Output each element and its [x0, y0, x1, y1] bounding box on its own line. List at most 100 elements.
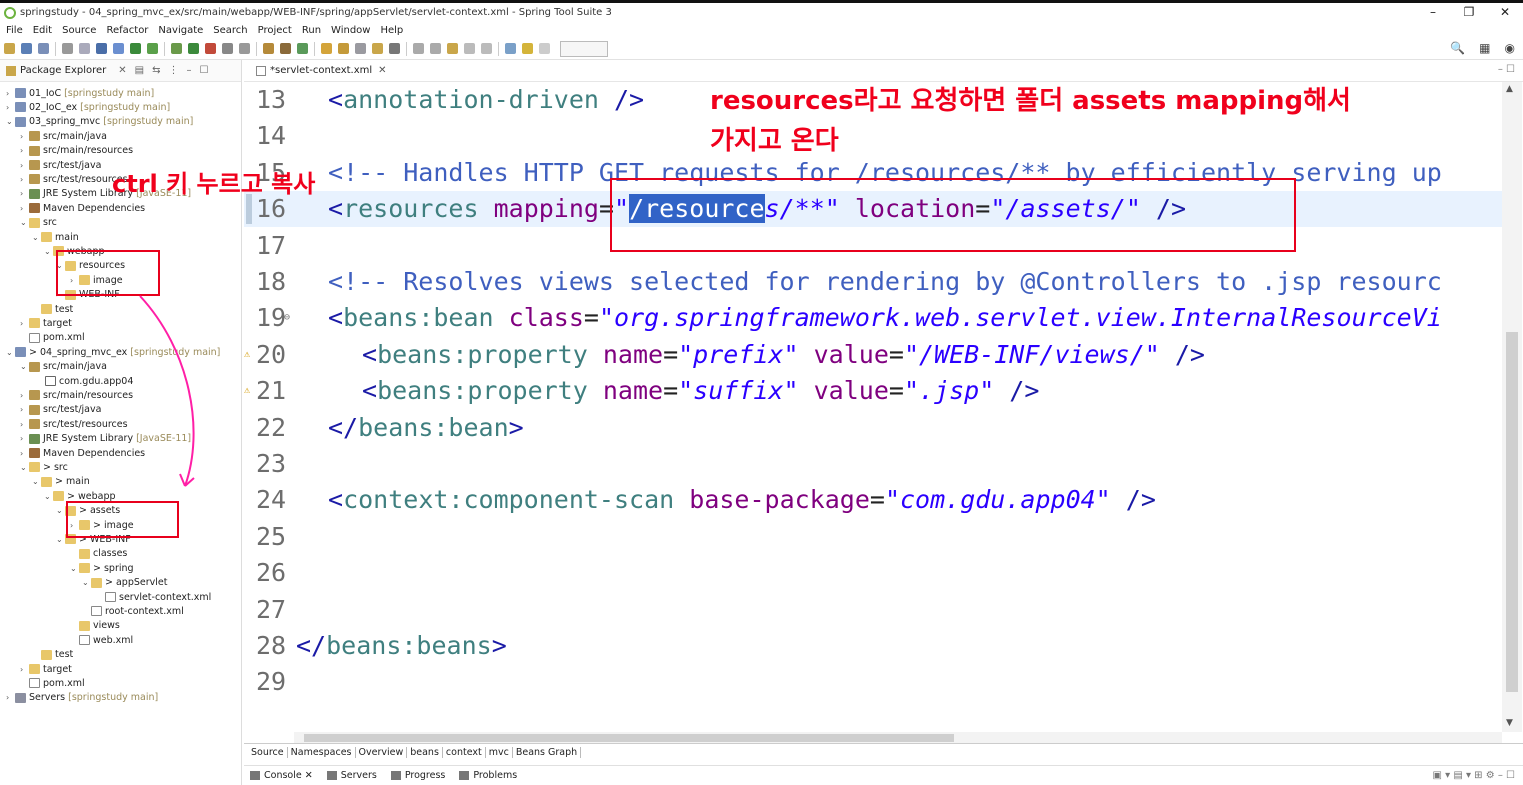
external-tools-icon[interactable] [205, 43, 216, 54]
tree-item[interactable]: ⌄ src/main/java [20, 360, 107, 374]
tree-item[interactable]: pom.xml [20, 331, 85, 345]
code-line[interactable]: 28 </beans:beans> [244, 628, 1502, 664]
new-icon[interactable] [4, 43, 15, 54]
perspective-icon[interactable]: ▦ [1479, 41, 1490, 55]
collapse-arrow-icon[interactable]: › [20, 132, 29, 141]
expand-arrow-icon[interactable]: ⌄ [32, 233, 41, 242]
tree-item[interactable]: pom.xml [20, 676, 85, 690]
tree-item[interactable]: › target [20, 662, 72, 676]
coverage-icon[interactable] [147, 43, 158, 54]
tree-item[interactable]: › src/test/resources [20, 417, 128, 431]
open-type-icon[interactable] [79, 43, 90, 54]
tree-item[interactable]: › Maven Dependencies [20, 446, 145, 460]
tree-item[interactable]: › src/main/resources [20, 388, 133, 402]
collapse-arrow-icon[interactable]: › [20, 146, 29, 155]
menu-project[interactable]: Project [258, 25, 292, 36]
console-toolbar-icons[interactable]: ▣ ▾ ▤ ▾ ⊞ ⚙ – ☐ [1433, 770, 1516, 781]
boot-dashboard-icon[interactable] [171, 43, 182, 54]
expand-arrow-icon[interactable]: ⌄ [44, 247, 53, 256]
tab-context[interactable]: context [443, 747, 486, 758]
toolbar-combo[interactable] [560, 40, 608, 57]
tree-item[interactable]: web.xml [70, 633, 133, 647]
next-annotation-icon[interactable] [413, 43, 424, 54]
run-icon[interactable] [188, 43, 199, 54]
warning-icon[interactable]: ⚠ [244, 337, 250, 373]
tab-beans-graph[interactable]: Beans Graph [513, 747, 582, 758]
tree-item[interactable]: ⌄ src [20, 216, 57, 230]
code-line[interactable]: 26 [244, 555, 1502, 591]
horizontal-scroll-thumb[interactable] [304, 734, 954, 742]
tree-item[interactable]: › 01_IoC [springstudy main] [6, 86, 154, 100]
collapse-all-icon[interactable]: ▤ [135, 65, 144, 76]
collapse-arrow-icon[interactable]: › [20, 449, 29, 458]
tree-item[interactable]: ⌄ > spring [70, 561, 134, 575]
tree-item[interactable]: › Maven Dependencies [20, 201, 145, 215]
tree-item[interactable]: classes [70, 547, 127, 561]
warning-icon[interactable]: ⚠ [244, 373, 250, 409]
collapse-arrow-icon[interactable]: › [20, 405, 29, 414]
scroll-up-icon[interactable]: ▲ [1506, 84, 1513, 94]
tab-progress[interactable]: Progress [390, 770, 445, 781]
code-line[interactable]: 18 <!-- Resolves views selected for rende… [244, 264, 1502, 300]
tree-item[interactable]: ⌄ main [32, 230, 79, 244]
menu-file[interactable]: File [6, 25, 23, 36]
code-line[interactable]: 14 [244, 118, 1502, 154]
close-button[interactable]: ✕ [1487, 3, 1523, 22]
expand-arrow-icon[interactable]: ⌄ [32, 477, 41, 486]
collapse-arrow-icon[interactable]: › [6, 89, 15, 98]
expand-arrow-icon[interactable]: ⌄ [70, 564, 79, 573]
tree-item[interactable]: ⌄ > src [20, 460, 68, 474]
collapse-arrow-icon[interactable]: › [20, 175, 29, 184]
code-line[interactable]: 25 [244, 519, 1502, 555]
terminal-icon[interactable] [96, 43, 107, 54]
stop-icon[interactable] [222, 43, 233, 54]
tab-servers[interactable]: Servers [326, 770, 377, 781]
debug-icon[interactable] [130, 43, 141, 54]
tree-item[interactable]: root-context.xml [82, 604, 184, 618]
minimize-icon[interactable]: – [187, 65, 192, 76]
menu-source[interactable]: Source [62, 25, 96, 36]
vertical-scroll-thumb[interactable] [1506, 332, 1518, 692]
expand-arrow-icon[interactable]: ⌄ [56, 506, 65, 515]
collapse-arrow-icon[interactable]: › [20, 391, 29, 400]
code-line[interactable]: ⚠ 21 <beans:property name="suffix" value="… [244, 373, 1502, 409]
tab-namespaces[interactable]: Namespaces [288, 747, 356, 758]
search-icon[interactable]: 🔍 [1450, 41, 1465, 55]
block-selection-icon[interactable] [539, 43, 550, 54]
tab-console[interactable]: Console ✕ [250, 770, 313, 781]
new-class-icon[interactable] [297, 43, 308, 54]
tree-item[interactable]: › src/main/resources [20, 144, 133, 158]
collapse-arrow-icon[interactable]: › [20, 161, 29, 170]
mark-occurrences-icon[interactable] [522, 43, 533, 54]
expand-arrow-icon[interactable]: ⌄ [20, 362, 29, 371]
annotation-icon[interactable] [389, 43, 400, 54]
tree-item[interactable]: › Servers [springstudy main] [6, 691, 158, 705]
collapse-arrow-icon[interactable]: › [20, 420, 29, 429]
scroll-down-icon[interactable]: ▼ [1506, 718, 1513, 728]
expand-arrow-icon[interactable]: ⌄ [6, 348, 15, 357]
tab-beans[interactable]: beans [407, 747, 443, 758]
menu-navigate[interactable]: Navigate [158, 25, 203, 36]
save-all-icon[interactable] [38, 43, 49, 54]
tree-item[interactable]: › src/test/java [20, 403, 101, 417]
last-edit-icon[interactable] [447, 43, 458, 54]
code-line[interactable]: 22 </beans:bean> [244, 410, 1502, 446]
forward-icon[interactable] [481, 43, 492, 54]
new-package-icon[interactable] [280, 43, 291, 54]
collapse-arrow-icon[interactable]: › [6, 693, 15, 702]
collapse-arrow-icon[interactable]: › [20, 319, 29, 328]
code-line[interactable]: 24 <context:component-scan base-package="… [244, 482, 1502, 518]
maximize-icon[interactable]: ☐ [200, 65, 209, 76]
minimize-button[interactable]: – [1415, 3, 1451, 22]
expand-arrow-icon[interactable]: ⌄ [82, 578, 91, 587]
menu-run[interactable]: Run [302, 25, 321, 36]
java-perspective-icon[interactable]: ◉ [1505, 41, 1515, 55]
maximize-button[interactable]: ❐ [1451, 3, 1487, 22]
menu-search[interactable]: Search [213, 25, 247, 36]
editor-minmax-icon[interactable]: – ☐ [1498, 64, 1515, 75]
link-editor-icon[interactable]: ⇆ [152, 65, 160, 76]
print-icon[interactable] [62, 43, 73, 54]
new-java-project-icon[interactable] [263, 43, 274, 54]
code-line[interactable]: ⊖ 19 <beans:bean class="org.springframewor… [244, 300, 1502, 336]
open-task-icon[interactable] [338, 43, 349, 54]
